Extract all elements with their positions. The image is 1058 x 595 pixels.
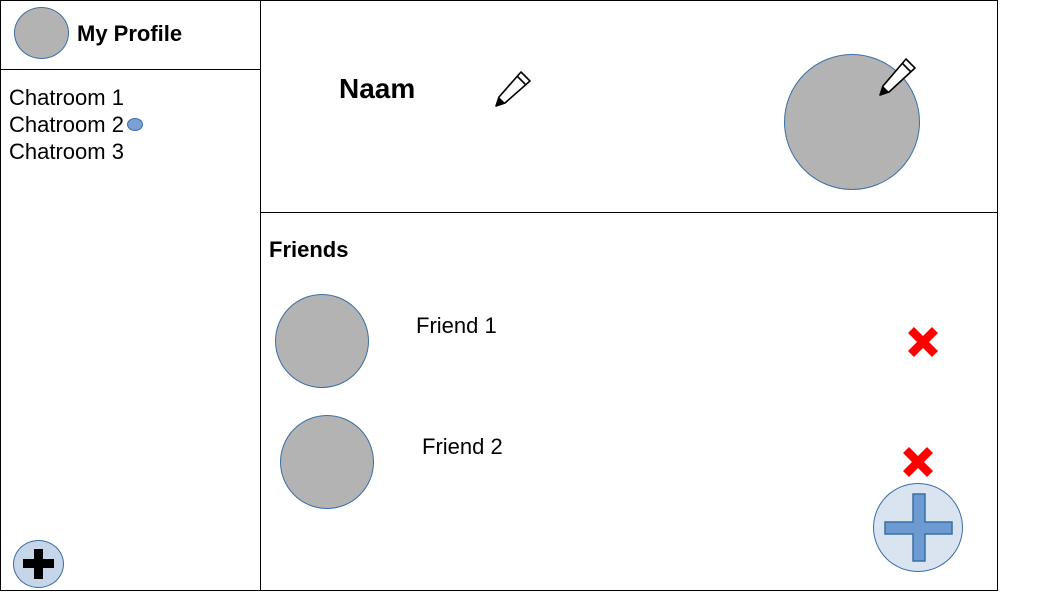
- pencil-icon[interactable]: [493, 69, 533, 109]
- red-x-icon[interactable]: [902, 321, 944, 363]
- chatroom-label: Chatroom 1: [9, 85, 124, 110]
- sidebar-divider: [260, 0, 261, 591]
- friend-name[interactable]: Friend 1: [416, 313, 497, 339]
- add-chatroom-button[interactable]: [13, 540, 64, 588]
- chatroom-label: Chatroom 3: [9, 139, 124, 164]
- my-profile-avatar[interactable]: [14, 7, 69, 59]
- unread-indicator: [126, 117, 143, 131]
- add-friend-button[interactable]: [873, 483, 963, 572]
- friend-avatar[interactable]: [275, 294, 369, 388]
- my-profile-title[interactable]: My Profile: [77, 21, 182, 47]
- red-x-icon[interactable]: [897, 441, 939, 483]
- chatroom-label: Chatroom 2: [9, 112, 124, 137]
- chatroom-item[interactable]: Chatroom 2: [9, 111, 143, 138]
- friend-name[interactable]: Friend 2: [422, 434, 503, 460]
- profile-header-divider: [260, 212, 998, 213]
- friends-title: Friends: [269, 237, 349, 262]
- sidebar-header-divider: [0, 69, 261, 70]
- chatroom-list: Chatroom 1 Chatroom 2 Chatroom 3: [9, 84, 143, 165]
- friend-avatar[interactable]: [280, 415, 374, 509]
- pencil-icon[interactable]: [876, 56, 918, 98]
- chatroom-item[interactable]: Chatroom 3: [9, 138, 143, 165]
- plus-icon: [23, 549, 54, 579]
- chatroom-item[interactable]: Chatroom 1: [9, 84, 143, 111]
- plus-icon: [884, 493, 953, 562]
- profile-name: Naam: [339, 73, 416, 104]
